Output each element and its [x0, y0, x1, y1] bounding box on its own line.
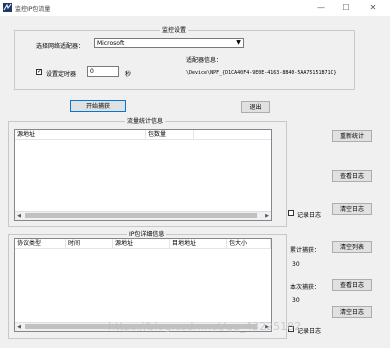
timer-checkbox[interactable]: ✓	[36, 69, 42, 75]
scroll-thumb[interactable]	[25, 213, 257, 218]
adapter-select-value: Microsoft	[97, 40, 125, 47]
scroll-right-icon[interactable]: ▶	[263, 212, 271, 220]
total-captured-label: 累计捕获：	[290, 247, 321, 254]
timer-input[interactable]: 0	[87, 66, 119, 77]
start-capture-button[interactable]: 开始捕获	[70, 100, 126, 112]
column-header-source[interactable]: 源地址	[113, 239, 170, 248]
clear-list-button[interactable]: 清空列表	[332, 241, 372, 253]
adapter-info-value: \Device\NPF_{D1CA40F4-9E0E-4163-8B40-5AA…	[186, 70, 337, 76]
packet-details-title: IP包详细信息	[127, 229, 167, 238]
adapter-info-label: 适配器信息：	[186, 57, 223, 64]
this-captured-value: 30	[292, 297, 300, 304]
packet-details-list[interactable]: 协议类型 时间 源地址 目地地址 包大小 ◀ ▶	[14, 238, 272, 332]
view-log-button-2[interactable]: 查看日志	[332, 279, 372, 291]
log-checkbox-1[interactable]	[288, 210, 294, 216]
flow-stats-header: 源地址 包数量	[15, 130, 271, 140]
adapter-select[interactable]: Microsoft ▼	[94, 38, 244, 48]
adapter-label: 选择网络适配器：	[36, 43, 85, 50]
close-icon: ✕	[369, 3, 377, 12]
flow-stats-title: 流量统计信息	[125, 116, 166, 125]
column-header-time[interactable]: 时间	[66, 239, 113, 248]
clear-log-button-1[interactable]: 清空日志	[332, 203, 372, 215]
packet-details-header: 协议类型 时间 源地址 目地地址 包大小	[15, 239, 271, 249]
watermark: https://blog.csdn.net/qq_43225182	[108, 320, 302, 333]
exit-button[interactable]: 退出	[241, 101, 270, 113]
chevron-down-icon[interactable]: ▼	[234, 39, 243, 47]
timer-input-value: 0	[90, 68, 94, 75]
scroll-left-icon[interactable]: ◀	[15, 323, 23, 331]
column-header-destination[interactable]: 目地地址	[170, 239, 227, 248]
maximize-button[interactable]: ☐	[335, 0, 357, 16]
flow-stats-list[interactable]: 源地址 包数量 ◀ ▶	[14, 129, 272, 221]
column-header-source[interactable]: 源地址	[15, 130, 146, 139]
app-window: 监控IP包流量 — ☐ ✕ 监控设置 选择网络适配器： Microsoft ▼ …	[0, 0, 390, 348]
window-title: 监控IP包流量	[15, 6, 51, 13]
maximize-icon: ☐	[342, 3, 350, 12]
clear-log-button-2[interactable]: 清空日志	[332, 306, 372, 318]
minimize-icon: —	[317, 3, 325, 12]
this-captured-label: 本次捕获：	[290, 284, 321, 291]
flow-stats-hscrollbar[interactable]: ◀ ▶	[15, 211, 271, 220]
timer-unit-label: 秒	[125, 71, 132, 78]
scroll-left-icon[interactable]: ◀	[15, 212, 23, 220]
app-icon	[3, 3, 12, 12]
view-log-button-1[interactable]: 查看日志	[332, 170, 372, 182]
close-button[interactable]: ✕	[362, 0, 384, 16]
recount-button[interactable]: 重新统计	[332, 130, 372, 142]
column-header-packet-count[interactable]: 包数量	[146, 130, 194, 139]
column-header-size[interactable]: 包大小	[227, 239, 271, 248]
column-header-protocol[interactable]: 协议类型	[15, 239, 66, 248]
monitor-settings-title: 监控设置	[160, 25, 189, 34]
timer-checkbox-label: 设置定时器	[46, 71, 77, 78]
total-captured-value: 30	[292, 261, 300, 268]
minimize-button[interactable]: —	[310, 0, 332, 16]
log-checkbox-1-label: 记录日志	[297, 212, 322, 219]
title-bar: 监控IP包流量 — ☐ ✕	[0, 0, 390, 16]
